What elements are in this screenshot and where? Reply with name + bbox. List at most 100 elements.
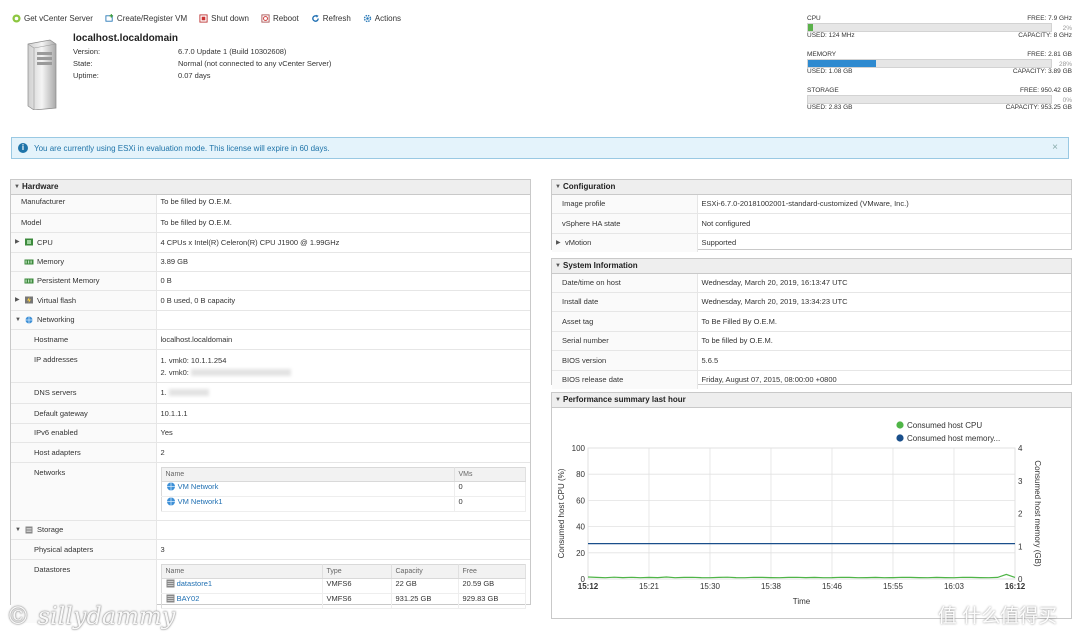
hw-row-dns: DNS servers 1.	[11, 382, 530, 404]
ip-label: IP addresses	[11, 349, 157, 383]
manufacturer-value: To be filled by O.E.M.	[156, 195, 530, 214]
network-row[interactable]: VM Network1 0	[161, 496, 526, 512]
x-axis-label: Time	[793, 597, 811, 606]
memory-pct: 28%	[1058, 61, 1072, 68]
hardware-panel: ▼ Hardware Manufacturer To be filled by O…	[10, 179, 531, 623]
version-label: Version:	[73, 47, 101, 56]
hw-row-physical-adapters: Physical adapters 3	[11, 539, 530, 560]
ds-col-capacity[interactable]: Capacity	[391, 564, 459, 579]
reboot-icon	[261, 14, 270, 23]
redacted-ipv6	[190, 369, 291, 377]
datastore-row[interactable]: datastore1 VMFS6 22 GB 20.59 GB	[161, 578, 526, 594]
host-name: localhost.localdomain	[73, 33, 179, 44]
refresh-icon	[311, 14, 319, 22]
y2-axis-label: Consumed host memory (GB)	[1033, 460, 1042, 567]
model-value: To be filled by O.E.M.	[156, 213, 530, 233]
actions-button[interactable]: Actions	[363, 14, 401, 23]
vmotion-label: vMotion	[565, 238, 592, 247]
storage-meter: STORAGE FREE: 950.42 GB 0% USED: 2.83 GB C…	[807, 87, 1072, 111]
image-profile-label: Image profile	[552, 195, 698, 214]
hardware-panel-header[interactable]: ▼ Hardware	[11, 180, 530, 195]
bios-version-label: BIOS version	[552, 350, 698, 371]
refresh-button[interactable]: Refresh	[311, 14, 351, 23]
y2-tick-label: 3	[1018, 477, 1023, 486]
dns-value: 1.	[160, 387, 167, 397]
manufacturer-label: Manufacturer	[11, 195, 157, 214]
info-icon: i	[18, 143, 28, 153]
create-vm-button[interactable]: Create/Register VM	[105, 14, 187, 23]
bios-date-value: Friday, August 07, 2015, 08:00:00 +0800	[701, 375, 837, 384]
datastore-name-link[interactable]: datastore1	[177, 579, 212, 588]
hostname-label: Hostname	[11, 329, 157, 350]
collapse-arrow-icon[interactable]: ▼	[15, 521, 21, 539]
reboot-button[interactable]: Reboot	[261, 14, 299, 23]
cpu-capacity: CAPACITY: 8 GHz	[1018, 32, 1072, 39]
hw-row-ipv6: IPv6 enabled Yes	[11, 423, 530, 443]
performance-panel-header[interactable]: ▼ Performance summary last hour	[552, 393, 1071, 408]
legend-label: Consumed host CPU	[907, 421, 982, 430]
networking-label: Networking	[37, 314, 75, 324]
network-name-link[interactable]: VM Network1	[178, 497, 223, 506]
x-tick-label: 15:38	[761, 582, 782, 591]
ds-col-name[interactable]: Name	[161, 564, 323, 579]
networks-col-name[interactable]: Name	[161, 467, 455, 482]
hw-row-storage[interactable]: ▼ Storage	[11, 520, 530, 540]
storage-free: FREE: 950.42 GB	[1019, 87, 1072, 94]
hw-row-memory: Memory 3.89 GB	[11, 252, 530, 272]
gateway-label: Default gateway	[11, 403, 157, 424]
datastore-type: VMFS6	[322, 578, 392, 594]
watermark-site: 值 什么值得买	[938, 606, 1058, 627]
hw-row-vflash[interactable]: ▶ Virtual flash 0 B used, 0 B capacity	[11, 290, 530, 311]
collapse-arrow-icon[interactable]: ▼	[15, 311, 21, 329]
refresh-label: Refresh	[322, 14, 351, 23]
expand-arrow-icon[interactable]: ▶	[15, 233, 21, 252]
cpu-bar-fill	[808, 24, 813, 31]
license-banner: i You are currently using ESXi in evalua…	[11, 137, 1069, 159]
datetime-label: Date/time on host	[552, 274, 698, 293]
close-icon[interactable]: ×	[1052, 142, 1058, 153]
ds-col-free[interactable]: Free	[458, 564, 526, 579]
hw-row-ip: IP addresses 1. vmk0: 10.1.1.254 2. vmk0…	[11, 349, 530, 383]
ds-col-type[interactable]: Type	[322, 564, 392, 579]
hardware-title: Hardware	[22, 182, 59, 191]
vmotion-row[interactable]: ▶ vMotion Supported	[552, 233, 1071, 252]
network-vms: 0	[454, 481, 526, 497]
configuration-panel-header[interactable]: ▼ Configuration	[552, 180, 1071, 195]
networks-col-vms[interactable]: VMs	[454, 467, 526, 482]
state-value: Normal (not connected to any vCenter Ser…	[178, 59, 332, 68]
hostname-value: localhost.localdomain	[156, 329, 530, 350]
datastore-icon	[166, 579, 174, 588]
hw-row-cpu[interactable]: ▶ CPU 4 CPUs x Intel(R) Celeron(R) CPU J1…	[11, 232, 530, 253]
asset-tag-label: Asset tag	[552, 311, 698, 332]
y2-tick-label: 4	[1018, 444, 1023, 453]
server-icon	[27, 39, 57, 110]
ha-state-label: vSphere HA state	[552, 213, 698, 234]
y-tick-label: 100	[572, 444, 586, 453]
shutdown-button[interactable]: Shut down	[199, 14, 249, 23]
vcenter-icon	[12, 14, 21, 23]
hw-row-networking[interactable]: ▼ Networking	[11, 310, 530, 330]
shutdown-icon	[199, 14, 208, 23]
storage-icon	[25, 526, 33, 533]
y-tick-label: 60	[576, 496, 585, 505]
datetime-value: Wednesday, March 20, 2019, 16:13:47 UTC	[697, 274, 1071, 293]
datastore-row[interactable]: BAY02 VMFS6 931.25 GB 929.83 GB	[161, 593, 526, 609]
storage-pct: 0%	[1062, 97, 1072, 104]
hardware-table: Manufacturer To be filled by O.E.M. Mode…	[11, 195, 530, 623]
performance-title: Performance summary last hour	[563, 395, 686, 404]
vflash-label: Virtual flash	[37, 295, 77, 305]
expand-arrow-icon[interactable]: ▶	[556, 234, 562, 252]
create-vm-icon	[105, 14, 114, 22]
expand-arrow-icon[interactable]: ▶	[15, 291, 21, 310]
network-name-link[interactable]: VM Network	[178, 482, 219, 491]
cpu-free: FREE: 7.9 GHz	[1027, 15, 1072, 22]
memory-value: 3.89 GB	[156, 252, 530, 272]
network-row[interactable]: VM Network 0	[161, 481, 526, 497]
x-tick-label: 16:03	[944, 582, 965, 591]
system-info-panel: ▼ System Information Date/time on host Wed…	[551, 258, 1072, 389]
dns-label: DNS servers	[11, 382, 157, 404]
system-info-panel-header[interactable]: ▼ System Information	[552, 259, 1071, 274]
get-vcenter-button[interactable]: Get vCenter Server	[12, 14, 93, 23]
system-info-title: System Information	[563, 261, 638, 270]
datastore-name-link[interactable]: BAY02	[177, 594, 200, 603]
